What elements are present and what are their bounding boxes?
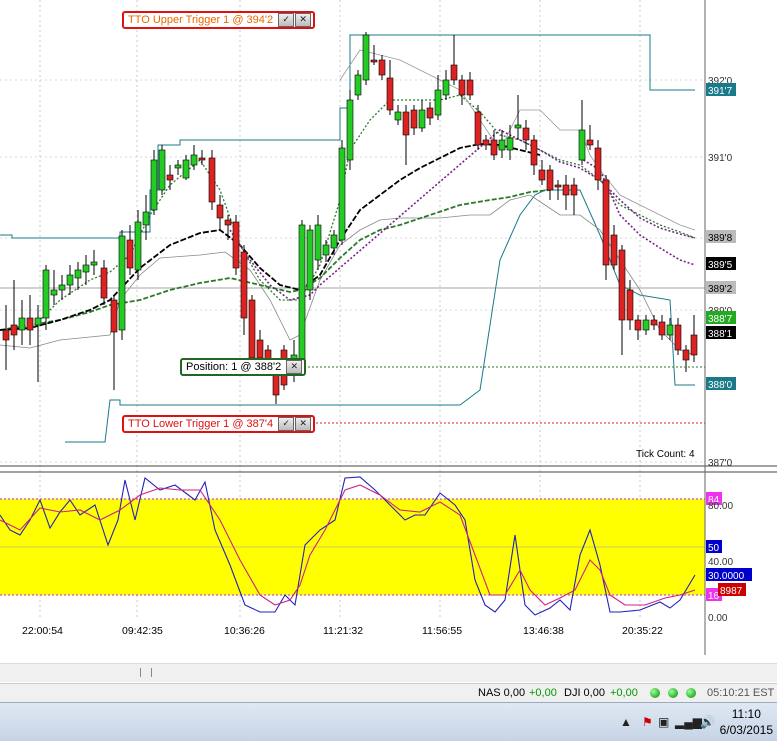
price-label: 389'8 xyxy=(708,233,733,244)
clock-time: 11:10 xyxy=(731,707,761,721)
oscillator-label: 0.00 xyxy=(708,613,728,624)
position-marker[interactable]: Position: 1 @ 388'2 ✕ xyxy=(180,358,307,376)
price-label: 388'7 xyxy=(708,314,733,325)
price-label: 389'2 xyxy=(708,284,733,295)
windows-taskbar: ▲ ⚑ ▣ ▂▄▆ 🔊 11:10 6/03/2015 xyxy=(0,702,777,741)
candle xyxy=(158,145,166,195)
candle xyxy=(346,90,354,170)
price-label: 387'0 xyxy=(708,458,733,469)
candle xyxy=(150,150,158,215)
cancel-order-icon[interactable]: ✕ xyxy=(295,417,312,431)
oscillator-label: 16 xyxy=(708,591,720,602)
position-label: Position: 1 @ 388'2 xyxy=(186,361,282,373)
candle xyxy=(118,230,126,340)
price-label: 388'0 xyxy=(708,380,733,391)
lower-trigger-label: TTO Lower Trigger 1 @ 387'4 xyxy=(128,418,274,430)
time-label: 13:46:38 xyxy=(523,625,564,637)
taskbar-clock[interactable]: 11:10 6/03/2015 xyxy=(720,706,773,738)
dji-label: DJI 0,00 xyxy=(564,687,605,699)
modify-order-icon[interactable]: ✓ xyxy=(278,13,295,27)
scrollbar-grip[interactable] xyxy=(140,668,152,677)
price-label: 391'7 xyxy=(708,86,733,97)
time-label: 11:21:32 xyxy=(323,625,363,637)
status-bar: NAS 0,00 +0,00 DJI 0,00 +0,00 05:10:21 E… xyxy=(0,683,777,702)
time-label: 11:56:55 xyxy=(422,625,462,637)
nas-change: +0,00 xyxy=(529,687,557,699)
oscillator-label: 40.00 xyxy=(708,557,733,568)
candle xyxy=(338,140,346,245)
candle xyxy=(602,175,610,280)
price-label: 388'1 xyxy=(708,329,733,340)
cancel-order-icon[interactable]: ✕ xyxy=(295,13,312,27)
device-icon[interactable]: ▣ xyxy=(658,715,669,729)
action-center-icon[interactable]: ⚑ xyxy=(642,715,653,729)
price-chart[interactable]: 392'0391'7391'0389'8389'5389'2389'0388'7… xyxy=(0,0,777,655)
dji-change: +0,00 xyxy=(610,687,638,699)
candle xyxy=(232,215,240,275)
network-signal-icon[interactable]: ▂▄▆ xyxy=(675,715,702,729)
oscillator-label: 30.0000 xyxy=(708,571,745,582)
time-label: 22:00:54 xyxy=(22,625,63,637)
nas-label: NAS 0,00 xyxy=(478,687,526,699)
connection-status-icon xyxy=(668,688,678,698)
price-label: 389'5 xyxy=(708,260,733,271)
upper-trigger-order[interactable]: TTO Upper Trigger 1 @ 394'2 ✓ ✕ xyxy=(122,11,316,29)
price-label: 391'0 xyxy=(708,153,733,164)
close-position-icon[interactable]: ✕ xyxy=(286,360,303,374)
candle xyxy=(306,225,314,300)
upper-trigger-label: TTO Upper Trigger 1 @ 394'2 xyxy=(128,14,274,26)
oscillator-label: 80.00 xyxy=(708,501,733,512)
oscillator-label: 8987 xyxy=(720,586,743,597)
candle xyxy=(298,220,306,375)
time-label: 09:42:35 xyxy=(122,625,163,637)
status-time: 05:10:21 EST xyxy=(707,687,775,699)
horizontal-scrollbar[interactable] xyxy=(0,663,777,682)
lower-trigger-order[interactable]: TTO Lower Trigger 1 @ 387'4 ✓ ✕ xyxy=(122,415,316,433)
show-hidden-icons-icon[interactable]: ▲ xyxy=(620,715,632,729)
time-label: 20:35:22 xyxy=(622,625,663,637)
connection-status-icon xyxy=(650,688,660,698)
time-label: 10:36:26 xyxy=(224,625,265,637)
tick-count-label: Tick Count: 4 xyxy=(636,449,695,460)
connection-status-icon xyxy=(686,688,696,698)
clock-date: 6/03/2015 xyxy=(719,723,773,737)
candle xyxy=(208,150,216,210)
candle xyxy=(474,105,482,150)
volume-icon[interactable]: 🔊 xyxy=(700,715,715,729)
oscillator-label: 50 xyxy=(708,543,720,554)
modify-order-icon[interactable]: ✓ xyxy=(278,417,295,431)
candle xyxy=(362,32,370,85)
